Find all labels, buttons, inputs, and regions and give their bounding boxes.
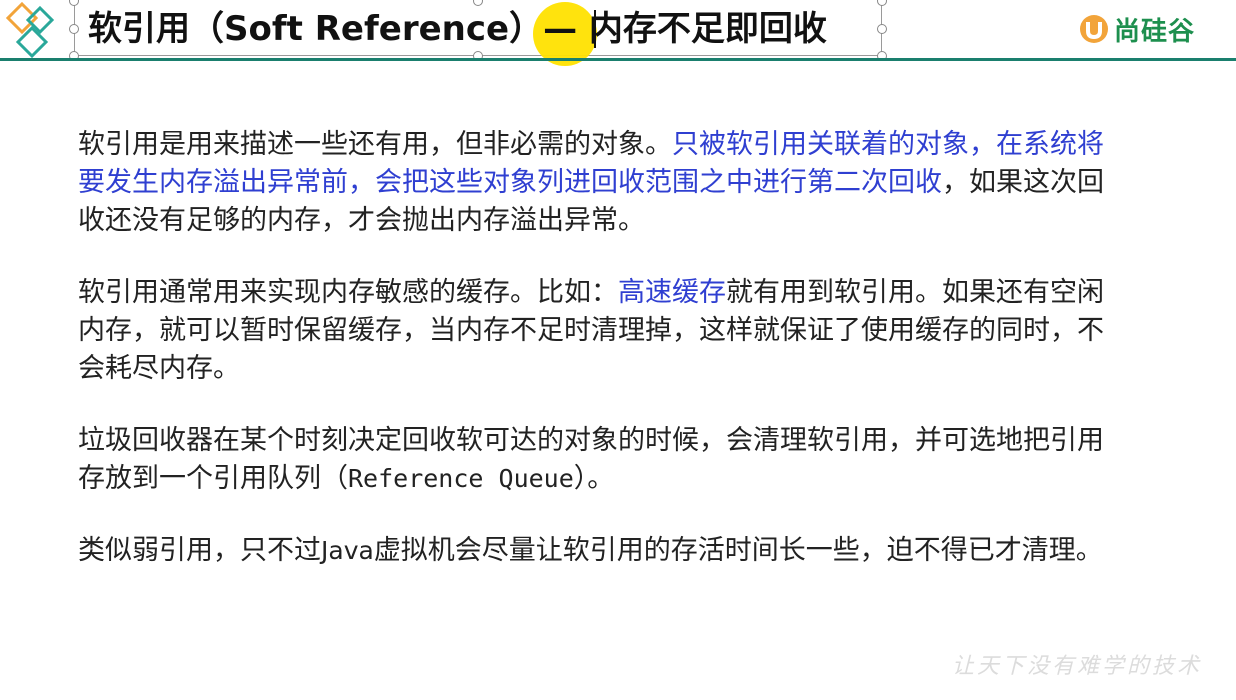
paragraph-cache-usage: 软引用通常用来实现内存敏感的缓存。比如：高速缓存就有用到软引用。如果还有空闲内存… — [78, 274, 1118, 388]
brand-u-icon — [1080, 15, 1108, 43]
p2-text-a: 软引用通常用来实现内存敏感的缓存。比如： — [78, 277, 618, 308]
p4-text-a: 类似弱引用，只不过 — [78, 535, 321, 566]
header-divider — [0, 58, 1236, 61]
p2-highlight: 高速缓存 — [618, 277, 726, 308]
watermark: 让天下没有难学的技术 — [951, 654, 1202, 679]
paragraph-comparison: 类似弱引用，只不过Java虚拟机会尽量让软引用的存活时间长一些，迫不得已才清理。 — [78, 532, 1118, 570]
slide: 软引用（Soft Reference）— 内存不足即回收 尚硅谷 软引用是用来描… — [0, 0, 1236, 700]
p1-text-a: 软引用是用来描述一些还有用，但非必需的对象。 — [78, 129, 672, 160]
resize-handle-mid-right[interactable] — [877, 24, 887, 34]
resize-handle-mid-left[interactable] — [69, 24, 79, 34]
p3-code: Reference Queue — [348, 464, 574, 493]
p4-text-c: 虚拟机会尽量让软引用的存活时间长一些，迫不得已才清理。 — [373, 535, 1103, 566]
p3-text-c: ）。 — [573, 463, 615, 494]
slide-title[interactable]: 软引用（Soft Reference）— 内存不足即回收 — [88, 8, 827, 50]
brand-logo: 尚硅谷 — [1078, 12, 1196, 47]
text-cursor-caret — [594, 10, 596, 48]
paragraph-definition: 软引用是用来描述一些还有用，但非必需的对象。只被软引用关联着的对象，在系统将要发… — [78, 126, 1118, 240]
resize-handle-top-right[interactable] — [877, 0, 887, 6]
paragraph-gc-behavior: 垃圾回收器在某个时刻决定回收软可达的对象的时候，会清理软引用，并可选地把引用存放… — [78, 422, 1118, 498]
diamond-pattern-icon — [6, 2, 55, 58]
p4-java: Java — [321, 536, 374, 565]
brand-name: 尚硅谷 — [1114, 16, 1196, 47]
